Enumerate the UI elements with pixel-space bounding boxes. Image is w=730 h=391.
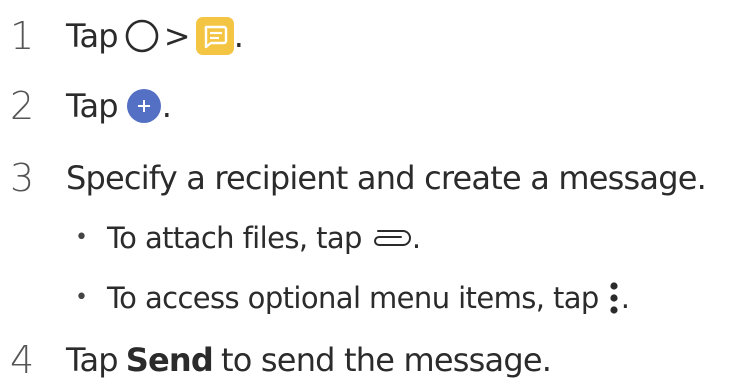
vertical-ellipsis-icon — [609, 281, 619, 315]
message-bubble-icon — [195, 17, 234, 55]
bullet-text-label: To access optional menu items, tap — [107, 280, 599, 315]
paperclip-icon — [370, 227, 412, 249]
bullet-text: To access optional menu items, tap . — [107, 280, 630, 315]
step-number: 4 — [10, 338, 35, 382]
period: . — [620, 280, 630, 315]
step-text-tap: Tap — [66, 341, 119, 379]
circle-outline-icon — [124, 18, 160, 54]
step-text: Tap . — [66, 87, 172, 125]
period: . — [161, 87, 172, 125]
step-text-after: to send the message. — [221, 341, 552, 379]
step-number: 1 — [10, 14, 35, 58]
separator: > — [163, 17, 191, 55]
period: . — [233, 17, 244, 55]
step-text-tap: Tap — [66, 17, 119, 55]
step-number: 2 — [10, 84, 35, 128]
bullet-text: To attach files, tap . — [107, 220, 421, 255]
bullet-text-label: To attach files, tap — [107, 220, 362, 255]
step-number: 3 — [10, 156, 35, 200]
step-text: Tap Send to send the message. — [66, 341, 552, 379]
bullet-marker: • — [75, 285, 88, 310]
step-text-tap: Tap — [66, 87, 119, 125]
send-label: Send — [125, 341, 214, 379]
step-text: Specify a recipient and create a message… — [66, 159, 707, 197]
plus-icon — [126, 88, 162, 124]
period: . — [411, 220, 421, 255]
bullet-marker: • — [75, 225, 88, 250]
step-text: Tap > . — [66, 17, 244, 55]
